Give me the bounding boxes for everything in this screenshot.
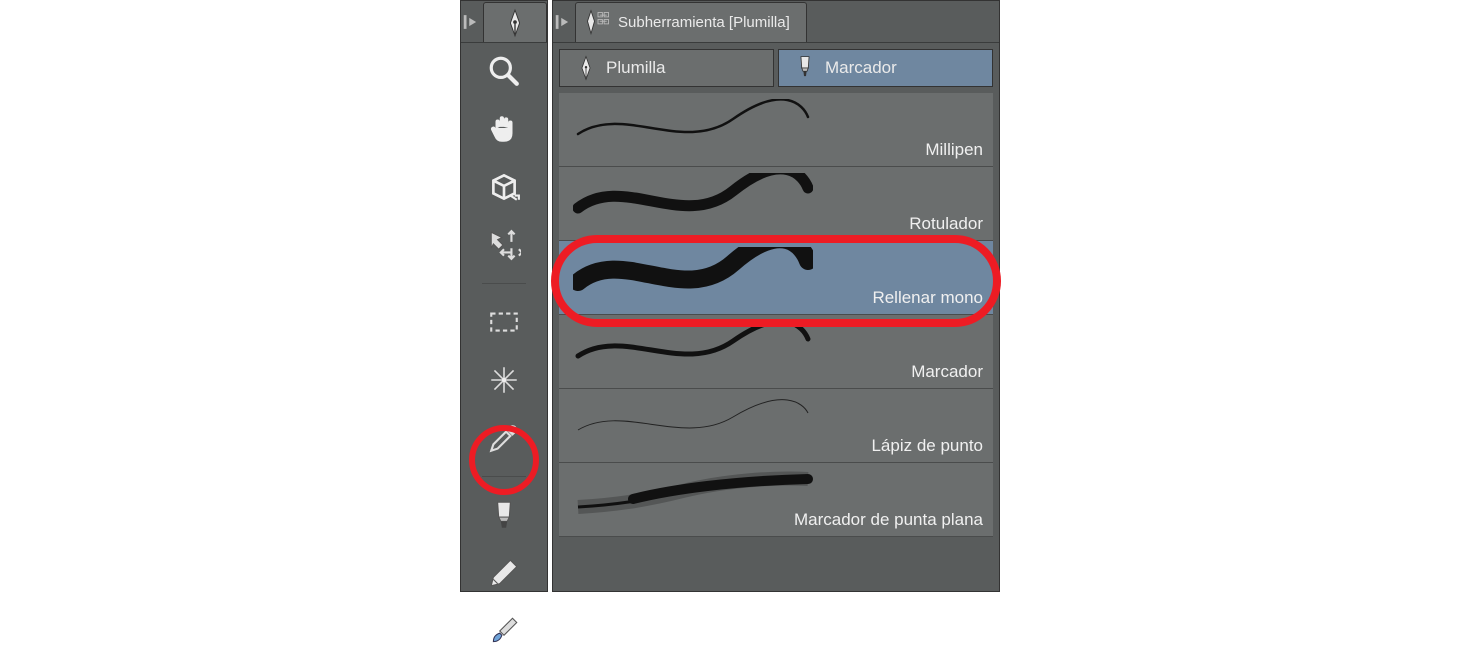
pencil-icon xyxy=(487,556,521,590)
subtool-label: Lápiz de punto xyxy=(871,436,983,456)
move-tool[interactable] xyxy=(484,225,524,265)
move-arrows-icon xyxy=(487,228,521,262)
hand-tool[interactable] xyxy=(484,109,524,149)
subtool-header: Subherramienta [Plumilla] xyxy=(553,1,999,43)
tool-divider xyxy=(482,283,526,284)
subtool-list: Millipen Rotulador Rellenar mono xyxy=(553,93,999,537)
category-tab-plumilla[interactable]: Plumilla xyxy=(559,49,774,87)
subtool-tab[interactable]: Subherramienta [Plumilla] xyxy=(575,2,807,42)
panel-collapse-icon[interactable] xyxy=(461,2,483,42)
tool-panel-tab[interactable] xyxy=(483,2,547,42)
brush-tool[interactable] xyxy=(484,611,524,651)
category-label: Plumilla xyxy=(606,58,666,78)
subtool-item-lapiz-de-punto[interactable]: Lápiz de punto xyxy=(559,389,993,463)
subtool-item-rellenar-mono[interactable]: Rellenar mono xyxy=(559,241,993,315)
subtool-label: Marcador xyxy=(911,362,983,382)
marker-icon xyxy=(795,55,815,81)
subtool-label: Rellenar mono xyxy=(872,288,983,308)
category-tab-marcador[interactable]: Marcador xyxy=(778,49,993,87)
subtool-label: Millipen xyxy=(925,140,983,160)
subtool-label: Marcador de punta plana xyxy=(794,510,983,530)
stroke-preview xyxy=(573,469,813,519)
stroke-preview xyxy=(573,173,813,223)
magnifier-tool[interactable] xyxy=(484,51,524,91)
stroke-preview xyxy=(573,247,813,297)
magic-wand-tool[interactable] xyxy=(484,360,524,400)
category-label: Marcador xyxy=(825,58,897,78)
subtool-item-millipen[interactable]: Millipen xyxy=(559,93,993,167)
highlight-circle-tool xyxy=(469,425,539,495)
marquee-icon xyxy=(487,305,521,339)
stroke-preview xyxy=(573,395,813,445)
panel-collapse-icon[interactable] xyxy=(553,2,575,42)
tool-list xyxy=(461,43,547,651)
cube-icon xyxy=(487,170,521,204)
marker-tool[interactable] xyxy=(484,495,524,535)
hand-icon xyxy=(487,112,521,146)
marquee-tool[interactable] xyxy=(484,302,524,342)
pen-nib-group-icon xyxy=(584,7,612,39)
category-tabs: Plumilla Marcador xyxy=(553,43,999,93)
stroke-preview xyxy=(573,99,813,149)
tool-panel-header xyxy=(461,1,547,43)
subtool-item-marcador-punta-plana[interactable]: Marcador de punta plana xyxy=(559,463,993,537)
subtool-item-marcador[interactable]: Marcador xyxy=(559,315,993,389)
subtool-label: Rotulador xyxy=(909,214,983,234)
subtool-panel: Subherramienta [Plumilla] Plumilla Marca… xyxy=(552,0,1000,592)
pen-tool[interactable] xyxy=(484,553,524,593)
nib-icon xyxy=(576,55,596,81)
tool-panel xyxy=(460,0,548,592)
marker-icon xyxy=(487,498,521,532)
stroke-preview xyxy=(573,321,813,371)
perspective-tool[interactable] xyxy=(484,167,524,207)
subtool-item-rotulador[interactable]: Rotulador xyxy=(559,167,993,241)
sparkle-icon xyxy=(487,363,521,397)
magnifier-icon xyxy=(487,54,521,88)
pen-nib-icon xyxy=(504,8,526,38)
brush-icon xyxy=(487,614,521,648)
subtool-panel-title: Subherramienta [Plumilla] xyxy=(618,14,790,31)
